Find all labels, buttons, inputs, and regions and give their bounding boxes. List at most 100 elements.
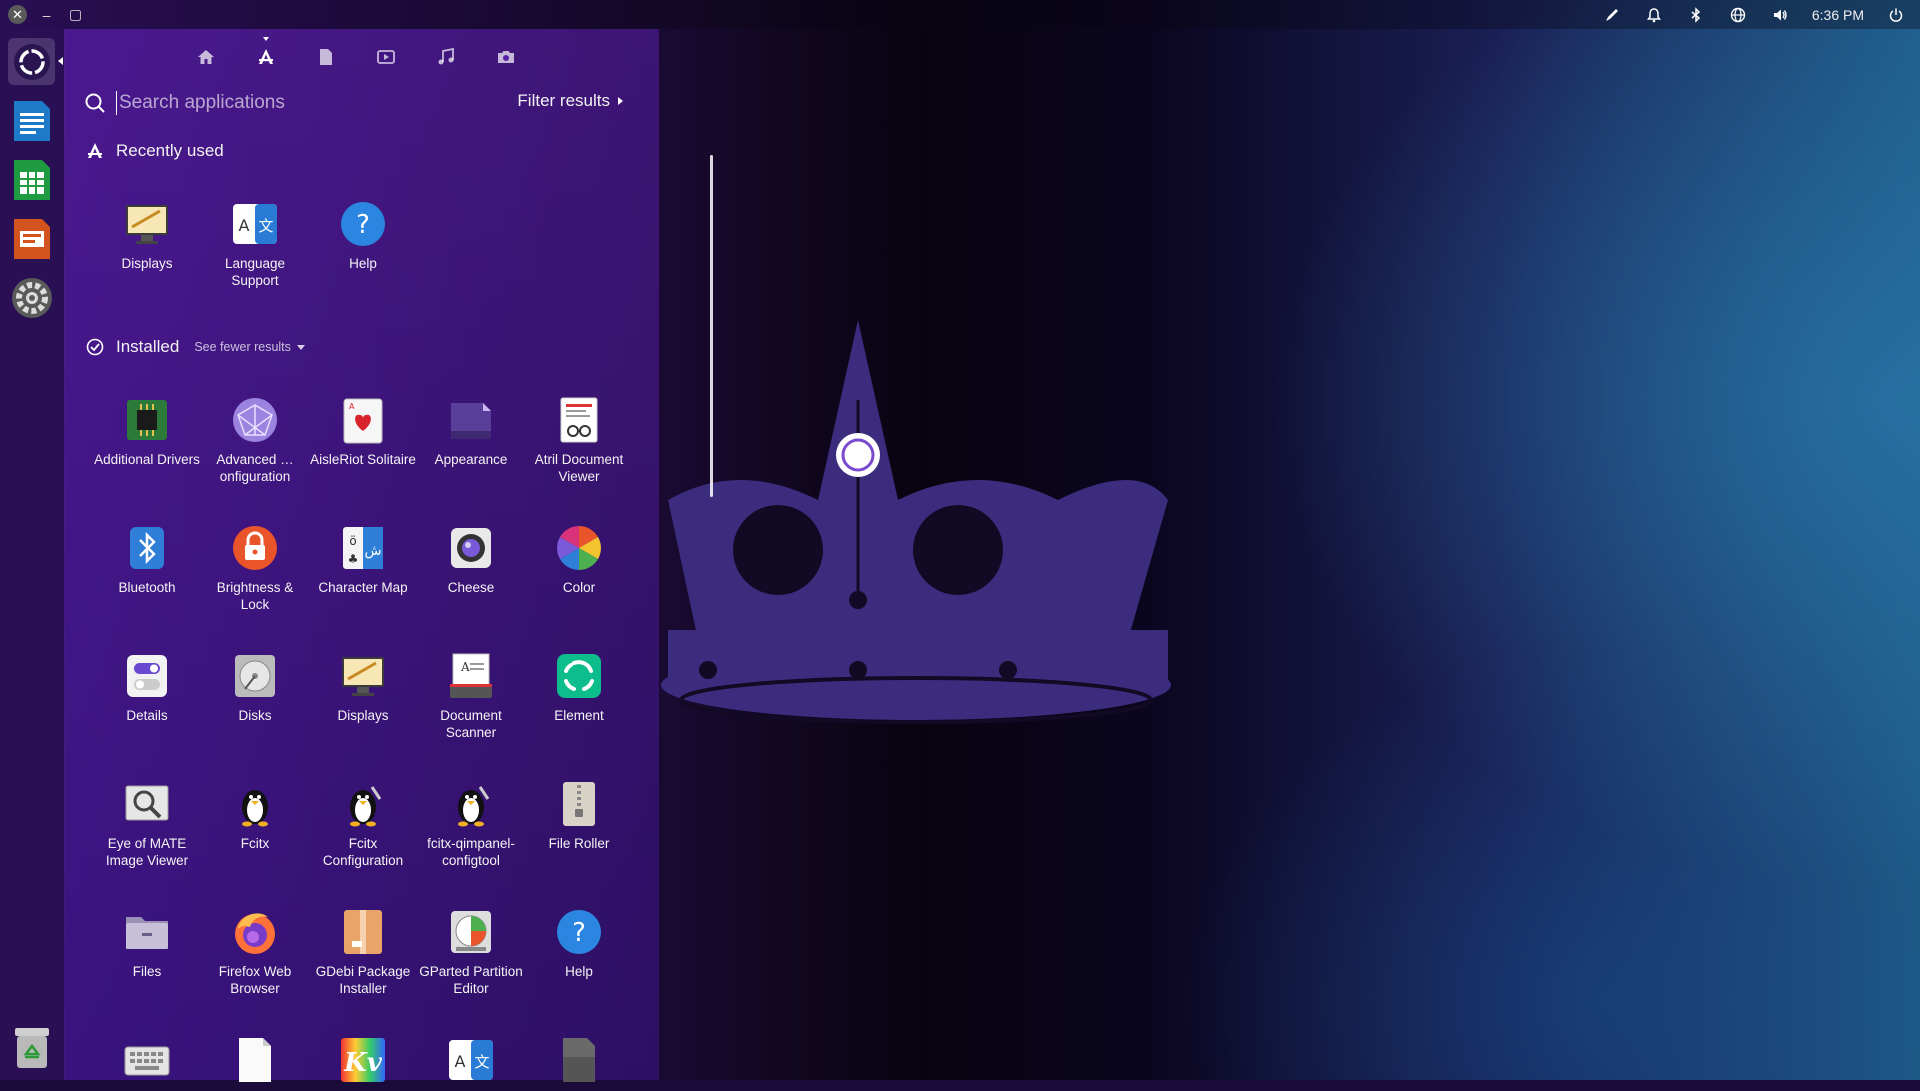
app-label: Fcitx <box>240 836 270 851</box>
globe-icon[interactable] <box>1728 5 1748 25</box>
app-tile-dark-document[interactable] <box>525 1035 633 1091</box>
home-lens-icon[interactable] <box>194 45 217 68</box>
top-panel: ✕ – ▢ 6:36 PM <box>0 0 1920 29</box>
music-lens-icon[interactable] <box>434 45 457 68</box>
app-tile-files[interactable]: Files <box>93 907 201 980</box>
app-tile-language-support[interactable]: A文 <box>417 1035 525 1091</box>
app-tile-eye-of-mate[interactable]: Eye of MATE Image Viewer <box>93 779 201 869</box>
app-tile-text-document[interactable] <box>201 1035 309 1091</box>
firefox-icon <box>230 907 280 957</box>
search-input[interactable] <box>116 91 481 115</box>
minimize-window-button[interactable]: – <box>37 5 56 24</box>
dash-home-icon[interactable] <box>8 38 55 85</box>
app-tile-aisleriot-solitaire[interactable]: A AisleRiot Solitaire <box>309 395 417 468</box>
app-tile-keyboard[interactable] <box>93 1035 201 1091</box>
app-tile-color[interactable]: Color <box>525 523 633 596</box>
bluetooth-icon[interactable] <box>1686 5 1706 25</box>
app-tile-atril-document-viewer[interactable]: Atril Document Viewer <box>525 395 633 485</box>
recently-used-title: Recently used <box>116 141 224 160</box>
libreoffice-impress-icon[interactable] <box>8 215 55 262</box>
package-icon <box>338 907 388 957</box>
dark-document-icon <box>554 1035 604 1085</box>
app-label: Bluetooth <box>118 580 176 595</box>
settings-gear-icon[interactable] <box>8 274 55 321</box>
svg-text:A: A <box>239 216 250 235</box>
applications-lens-icon[interactable] <box>254 37 277 68</box>
app-label: Brightness & Lock <box>216 580 294 612</box>
system-tray: 6:36 PM <box>1602 0 1906 29</box>
launcher <box>0 29 65 1080</box>
displays-icon <box>338 651 388 701</box>
power-icon[interactable] <box>1886 5 1906 25</box>
libreoffice-calc-icon[interactable] <box>8 156 55 203</box>
app-tile-advanced-configuration[interactable]: Advanced … onfiguration <box>201 395 309 485</box>
svg-text:Kv: Kv <box>343 1048 383 1078</box>
chip-icon <box>122 395 172 445</box>
svg-text:A: A <box>455 1052 466 1071</box>
app-label: GParted Partition Editor <box>419 964 523 996</box>
scanner-icon: A <box>446 651 496 701</box>
lock-icon <box>230 523 280 573</box>
svg-text:♣: ♣ <box>348 552 359 566</box>
app-tile-kvantum[interactable]: Kv <box>309 1035 417 1091</box>
appearance-icon <box>446 395 496 445</box>
active-indicator <box>58 57 63 65</box>
app-tile-firefox[interactable]: Firefox Web Browser <box>201 907 309 997</box>
help-icon: ? <box>338 199 388 249</box>
app-tile-fcitx-configuration[interactable]: Fcitx Configuration <box>309 779 417 869</box>
app-tile-element[interactable]: Element <box>525 651 633 724</box>
app-label: Character Map <box>318 580 408 595</box>
dash-scrollbar[interactable] <box>710 155 713 497</box>
svg-text:A: A <box>460 660 470 674</box>
app-tile-language-support-recent[interactable]: A文 Language Support <box>201 199 309 289</box>
app-tile-gparted[interactable]: GParted Partition Editor <box>417 907 525 997</box>
pen-icon[interactable] <box>1602 5 1622 25</box>
app-tile-help-recent[interactable]: ? Help <box>309 199 417 272</box>
app-tile-displays[interactable]: Displays <box>309 651 417 724</box>
volume-icon[interactable] <box>1770 5 1790 25</box>
element-icon <box>554 651 604 701</box>
partition-editor-icon <box>446 907 496 957</box>
app-tile-character-map[interactable]: ö ♣ ش Character Map <box>309 523 417 596</box>
filter-results-button[interactable]: Filter results <box>517 91 623 111</box>
libreoffice-writer-icon[interactable] <box>8 97 55 144</box>
installed-header: Installed See fewer results <box>86 337 305 357</box>
app-label: Displays <box>121 256 173 271</box>
app-tile-fcitx[interactable]: Fcitx <box>201 779 309 852</box>
app-label: File Roller <box>548 836 610 851</box>
app-label: AisleRiot Solitaire <box>310 452 416 467</box>
bell-icon[interactable] <box>1644 5 1664 25</box>
see-fewer-results-button[interactable]: See fewer results <box>194 340 305 354</box>
app-tile-help[interactable]: ? Help <box>525 907 633 980</box>
app-label: Color <box>562 580 596 595</box>
search-icon <box>85 93 105 113</box>
penguin-icon <box>446 779 496 829</box>
window-controls: ✕ – ▢ <box>0 5 85 24</box>
app-label: Firefox Web Browser <box>218 964 292 996</box>
app-tile-cheese[interactable]: Cheese <box>417 523 525 596</box>
app-tile-brightness-lock[interactable]: Brightness & Lock <box>201 523 309 613</box>
app-tile-document-scanner[interactable]: A Document Scanner <box>417 651 525 741</box>
filter-results-label: Filter results <box>517 91 610 110</box>
trash-icon[interactable] <box>8 1024 55 1071</box>
app-label: Files <box>132 964 162 979</box>
app-tile-fcitx-qimpanel-configtool[interactable]: fcitx-qimpanel-configtool <box>417 779 525 869</box>
recently-used-header: Recently used <box>86 141 224 161</box>
app-tile-details[interactable]: Details <box>93 651 201 724</box>
app-tile-appearance[interactable]: Appearance <box>417 395 525 468</box>
clock[interactable]: 6:36 PM <box>1812 7 1864 23</box>
app-tile-additional-drivers[interactable]: Additional Drivers <box>93 395 201 468</box>
language-support-icon: A文 <box>446 1035 496 1085</box>
app-label: Element <box>554 708 604 723</box>
app-tile-displays-recent[interactable]: Displays <box>93 199 201 272</box>
video-lens-icon[interactable] <box>374 45 397 68</box>
app-tile-file-roller[interactable]: File Roller <box>525 779 633 852</box>
close-window-button[interactable]: ✕ <box>8 5 27 24</box>
app-tile-bluetooth[interactable]: Bluetooth <box>93 523 201 596</box>
files-lens-icon[interactable] <box>314 45 337 68</box>
maximize-window-button[interactable]: ▢ <box>66 5 85 24</box>
photo-lens-icon[interactable] <box>494 45 517 68</box>
app-tile-disks[interactable]: Disks <box>201 651 309 724</box>
app-tile-gdebi[interactable]: GDebi Package Installer <box>309 907 417 997</box>
svg-text:?: ? <box>356 210 370 240</box>
